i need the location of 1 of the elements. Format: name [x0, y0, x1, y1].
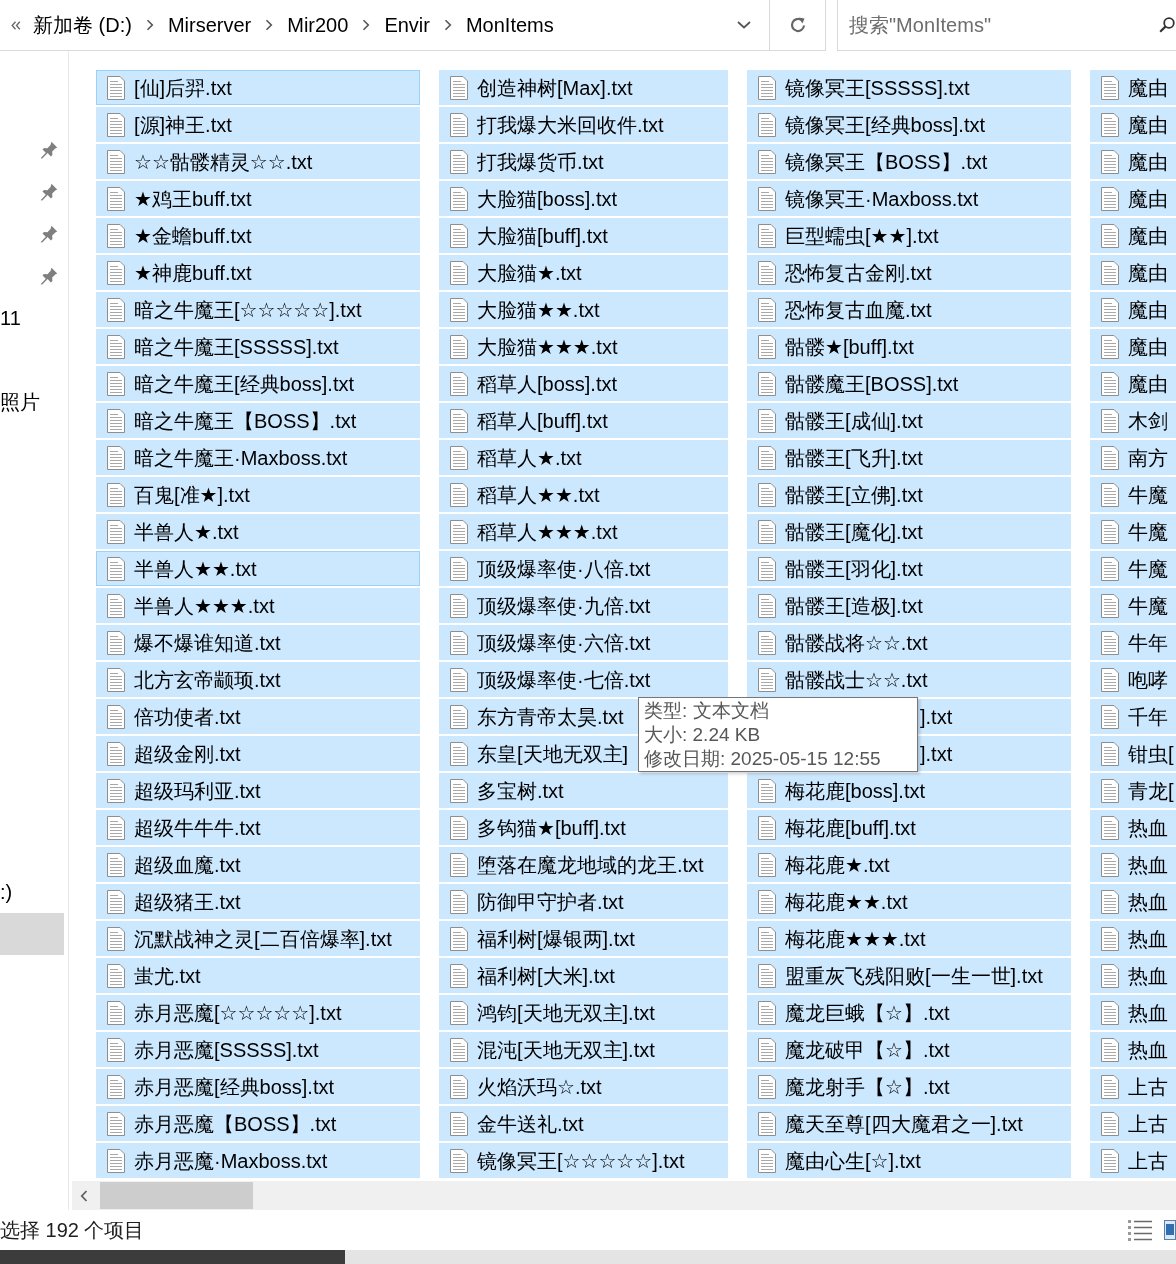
selection-count-text: 选择 192 个项目 [0, 1218, 145, 1242]
